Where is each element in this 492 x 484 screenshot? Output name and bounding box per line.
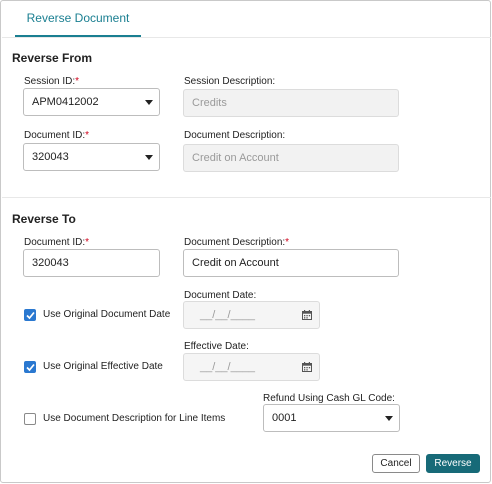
reverse-document-dialog: Reverse Document Reverse From Session ID… bbox=[0, 0, 491, 483]
document-description-field: Credit on Account bbox=[183, 144, 399, 172]
refund-cash-gl-code-value: 0001 bbox=[272, 412, 297, 424]
use-original-document-date-checkbox[interactable] bbox=[24, 309, 36, 321]
session-description-label: Session Description: bbox=[184, 76, 276, 87]
chevron-down-icon bbox=[145, 100, 153, 105]
session-id-select[interactable]: APM0412002 bbox=[23, 88, 160, 116]
refund-cash-gl-code-label: Refund Using Cash GL Code: bbox=[263, 393, 395, 404]
use-doc-desc-line-items-checkbox[interactable] bbox=[24, 413, 36, 425]
checkmark-icon bbox=[26, 311, 35, 320]
cancel-button[interactable]: Cancel bbox=[372, 454, 420, 473]
document-description-label: Document Description: bbox=[184, 130, 286, 141]
tab-reverse-document[interactable]: Reverse Document bbox=[15, 11, 141, 37]
section-divider bbox=[2, 197, 491, 198]
checkmark-icon bbox=[26, 363, 35, 372]
document-id-label: Document ID:* bbox=[24, 130, 90, 141]
use-original-document-date-label: Use Original Document Date bbox=[43, 309, 171, 320]
refund-cash-gl-code-select[interactable]: 0001 bbox=[263, 404, 400, 432]
session-description-field: Credits bbox=[183, 89, 399, 117]
chevron-down-icon bbox=[385, 416, 393, 421]
to-document-id-input[interactable]: 320043 bbox=[23, 249, 160, 277]
reverse-to-heading: Reverse To bbox=[12, 212, 76, 226]
session-id-label: Session ID:* bbox=[24, 76, 80, 87]
calendar-icon[interactable] bbox=[302, 310, 312, 320]
reverse-button[interactable]: Reverse bbox=[426, 454, 480, 473]
to-document-id-label: Document ID:* bbox=[24, 237, 90, 248]
calendar-icon[interactable] bbox=[302, 362, 312, 372]
to-document-description-label: Document Description:* bbox=[184, 237, 290, 248]
use-original-effective-date-checkbox[interactable] bbox=[24, 361, 36, 373]
session-id-value: APM0412002 bbox=[32, 96, 99, 108]
document-date-label: Document Date: bbox=[184, 290, 257, 301]
tab-label: Reverse Document bbox=[26, 11, 130, 25]
effective-date-label: Effective Date: bbox=[184, 341, 249, 352]
chevron-down-icon bbox=[145, 155, 153, 160]
effective-date-input[interactable]: __/__/____ bbox=[183, 353, 320, 381]
document-date-input[interactable]: __/__/____ bbox=[183, 301, 320, 329]
to-document-description-input[interactable]: Credit on Account bbox=[183, 249, 399, 277]
document-id-value: 320043 bbox=[32, 151, 69, 163]
document-id-select[interactable]: 320043 bbox=[23, 143, 160, 171]
reverse-from-heading: Reverse From bbox=[12, 51, 93, 65]
use-original-effective-date-label: Use Original Effective Date bbox=[43, 361, 163, 372]
tab-bar-divider bbox=[2, 37, 491, 38]
use-doc-desc-line-items-label: Use Document Description for Line Items bbox=[43, 413, 226, 424]
